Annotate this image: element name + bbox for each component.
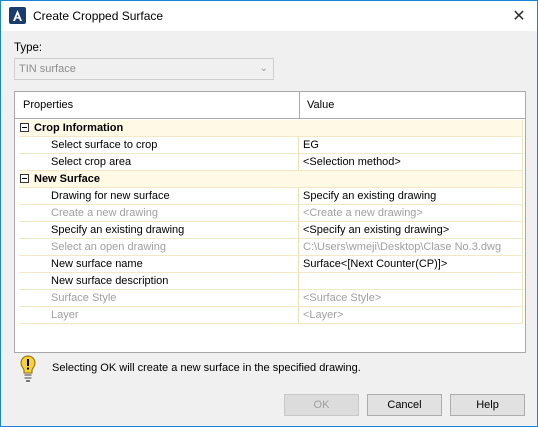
table-row[interactable]: Drawing for new surface Specify an exist… <box>19 188 523 205</box>
type-dropdown[interactable]: TIN surface ⌄ <box>14 58 274 80</box>
property-name: New surface description <box>51 275 169 287</box>
dialog-window: Create Cropped Surface ✕ Type: TIN surfa… <box>0 0 538 427</box>
property-name: Select crop area <box>51 156 132 168</box>
info-message: Selecting OK will create a new surface i… <box>52 362 361 374</box>
property-name: Surface Style <box>51 292 117 304</box>
table-row[interactable]: Specify an existing drawing <Specify an … <box>19 222 523 239</box>
dialog-title: Create Cropped Surface <box>33 9 164 23</box>
table-row[interactable]: Select surface to crop EG <box>19 137 523 154</box>
lightbulb-warning-icon <box>20 355 36 383</box>
property-value[interactable]: Specify an existing drawing <box>303 190 436 202</box>
category-label: Crop Information <box>34 122 124 134</box>
header-value: Value <box>307 99 335 111</box>
property-value[interactable]: <Selection method> <box>303 156 401 168</box>
property-name: Create a new drawing <box>51 207 159 219</box>
property-name: Select surface to crop <box>51 139 158 151</box>
type-label: Type: <box>14 42 43 54</box>
category-label: New Surface <box>34 173 101 185</box>
property-name: Layer <box>51 309 79 321</box>
table-row[interactable]: New surface description <box>19 273 523 290</box>
category-row-crop-information[interactable]: Crop Information <box>19 120 523 137</box>
property-name: New surface name <box>51 258 143 270</box>
table-row: Layer <Layer> <box>19 307 523 324</box>
property-name: Specify an existing drawing <box>51 224 185 236</box>
property-name: Select an open drawing <box>51 241 166 253</box>
collapse-icon[interactable] <box>20 123 29 132</box>
cancel-button[interactable]: Cancel <box>367 394 442 416</box>
property-value: <Layer> <box>303 309 344 321</box>
title-bar[interactable]: Create Cropped Surface ✕ <box>1 1 537 31</box>
close-icon: ✕ <box>512 8 526 25</box>
chevron-down-icon: ⌄ <box>259 63 268 74</box>
properties-grid: Properties Value Crop Information Select… <box>14 91 526 353</box>
property-name: Drawing for new surface <box>51 190 170 202</box>
dialog-content: Type: TIN surface ⌄ Properties Value Cro… <box>1 31 537 426</box>
table-row: Select an open drawing C:\Users\wmeji\De… <box>19 239 523 256</box>
grid-header: Properties Value <box>15 92 525 119</box>
grid-rows: Crop Information Select surface to crop … <box>19 120 523 324</box>
property-value: C:\Users\wmeji\Desktop\Clase No.3.dwg <box>303 241 502 253</box>
ok-button[interactable]: OK <box>284 394 359 416</box>
property-value[interactable]: EG <box>303 139 319 151</box>
header-divider[interactable] <box>299 92 300 119</box>
table-row: Surface Style <Surface Style> <box>19 290 523 307</box>
property-value[interactable]: <Specify an existing drawing> <box>303 224 449 236</box>
help-button[interactable]: Help <box>450 394 525 416</box>
table-row[interactable]: Select crop area <Selection method> <box>19 154 523 171</box>
autocad-app-icon <box>9 7 26 24</box>
close-button[interactable]: ✕ <box>503 1 535 31</box>
table-row: Create a new drawing <Create a new drawi… <box>19 205 523 222</box>
header-properties: Properties <box>23 99 74 111</box>
property-value[interactable]: Surface<[Next Counter(CP)]> <box>303 258 447 270</box>
table-row[interactable]: New surface name Surface<[Next Counter(C… <box>19 256 523 273</box>
property-value: <Create a new drawing> <box>303 207 423 219</box>
type-dropdown-value: TIN surface <box>19 63 76 75</box>
collapse-icon[interactable] <box>20 174 29 183</box>
category-row-new-surface[interactable]: New Surface <box>19 171 523 188</box>
property-value: <Surface Style> <box>303 292 382 304</box>
